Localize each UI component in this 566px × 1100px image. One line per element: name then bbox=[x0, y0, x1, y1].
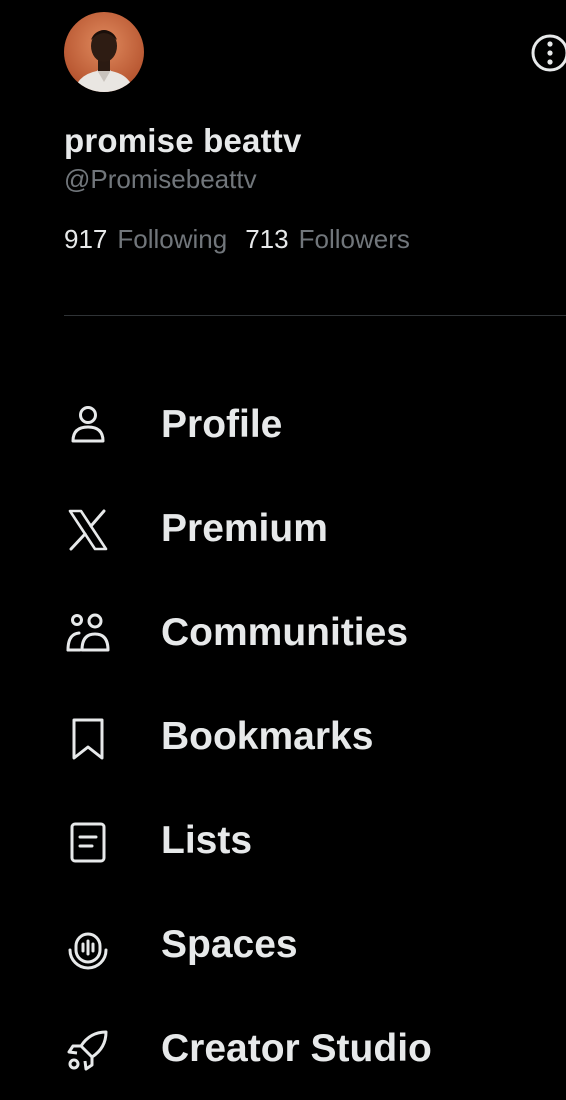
followers-link[interactable]: 713 Followers bbox=[245, 224, 410, 255]
menu-item-label: Premium bbox=[161, 507, 328, 550]
menu-item-bookmarks[interactable]: Bookmarks bbox=[0, 684, 566, 788]
more-options-button[interactable] bbox=[530, 33, 566, 73]
list-icon bbox=[64, 818, 112, 866]
spaces-microphone-icon bbox=[64, 922, 112, 970]
menu-item-premium[interactable]: Premium bbox=[0, 476, 566, 580]
x-logo-icon bbox=[64, 506, 112, 554]
divider bbox=[64, 315, 566, 316]
rocket-icon bbox=[64, 1026, 112, 1074]
menu-item-label: Communities bbox=[161, 611, 409, 654]
menu-item-label: Lists bbox=[161, 819, 253, 862]
following-count: 917 bbox=[64, 224, 108, 254]
user-handle: @Promisebeattv bbox=[64, 164, 257, 194]
menu-item-lists[interactable]: Lists bbox=[0, 788, 566, 892]
more-options-icon bbox=[531, 34, 566, 72]
avatar[interactable] bbox=[64, 12, 144, 92]
communities-icon bbox=[64, 610, 112, 658]
followers-count: 713 bbox=[245, 224, 289, 254]
following-link[interactable]: 917 Following bbox=[64, 224, 227, 255]
follow-stats: 917 Following 713 Followers bbox=[64, 224, 410, 255]
display-name: promise beattv bbox=[64, 122, 302, 159]
user-avatar-photo-icon bbox=[64, 12, 144, 92]
menu-item-spaces[interactable]: Spaces bbox=[0, 892, 566, 996]
menu-item-creator-studio[interactable]: Creator Studio bbox=[0, 996, 566, 1100]
menu-item-communities[interactable]: Communities bbox=[0, 580, 566, 684]
navigation-menu: Profile Premium Communities Bookmarks Li… bbox=[0, 372, 566, 1100]
bookmark-icon bbox=[64, 714, 112, 762]
menu-item-label: Spaces bbox=[161, 923, 298, 966]
following-label: Following bbox=[117, 224, 228, 254]
followers-label: Followers bbox=[298, 224, 410, 254]
menu-item-label: Bookmarks bbox=[161, 715, 374, 758]
person-icon bbox=[64, 402, 112, 450]
menu-item-label: Profile bbox=[161, 403, 283, 446]
menu-item-profile[interactable]: Profile bbox=[0, 372, 566, 476]
menu-item-label: Creator Studio bbox=[161, 1027, 432, 1070]
